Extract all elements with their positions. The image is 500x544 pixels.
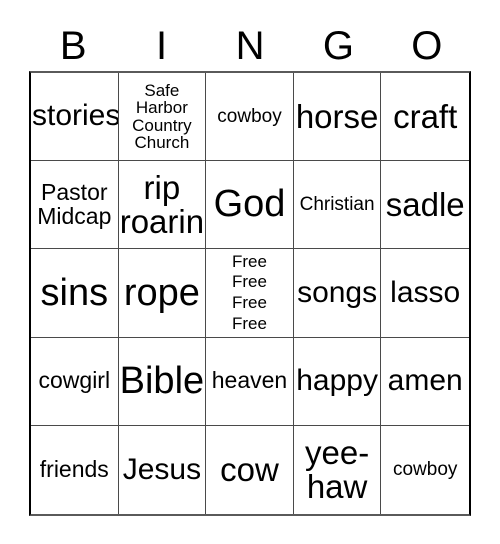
bingo-cell[interactable]: Pastor Midcap <box>31 161 119 250</box>
bingo-cell[interactable]: songs <box>293 249 382 338</box>
bingo-header: B I N G O <box>29 20 471 71</box>
header-letter-o: O <box>411 23 443 68</box>
bingo-cell-text: songs <box>297 275 378 309</box>
bingo-cell[interactable]: cowboy <box>381 426 469 514</box>
bingo-cell[interactable]: happy <box>293 337 382 426</box>
bingo-cell-text: Bible <box>119 359 205 402</box>
bingo-cell-text: God <box>213 183 286 226</box>
bingo-cell-text: rope <box>123 271 200 314</box>
header-letter-i: I <box>156 23 168 68</box>
bingo-cell[interactable]: heaven <box>206 337 294 426</box>
bingo-cell-text: horse <box>295 97 379 135</box>
bingo-card: B I N G O stories Safe Harbor Country Ch… <box>0 0 500 544</box>
bingo-cell-text: yee- haw <box>304 434 370 505</box>
bingo-cell-free-space[interactable]: Free Free Free Free <box>206 249 294 338</box>
bingo-cell[interactable]: horse <box>293 73 382 162</box>
bingo-cell[interactable]: cow <box>206 425 294 514</box>
bingo-cell-text: cowboy <box>217 105 282 127</box>
bingo-cell-text: craft <box>393 97 458 135</box>
header-letter-g: G <box>322 23 354 68</box>
bingo-cell[interactable]: God <box>206 161 294 250</box>
header-letter-n: N <box>235 23 265 68</box>
bingo-cell[interactable]: yee- haw <box>294 425 382 514</box>
bingo-cell-text: amen <box>387 363 463 397</box>
bingo-cell[interactable]: stories <box>31 73 119 162</box>
bingo-cell-text: sadle <box>385 185 465 223</box>
bingo-cell-text: sins <box>40 271 109 314</box>
bingo-cell-text: stories <box>32 99 119 133</box>
bingo-cell-text: Free Free Free Free <box>232 251 267 333</box>
bingo-cell[interactable]: sins <box>31 249 119 338</box>
bingo-cell-text: Safe Harbor Country Church <box>132 80 192 152</box>
bingo-cell-text: cowboy <box>392 459 458 481</box>
bingo-cell-text: heaven <box>211 367 288 394</box>
bingo-cell-text: Christian <box>299 194 375 216</box>
bingo-cell-text: Pastor Midcap <box>37 179 112 229</box>
bingo-cell[interactable]: Christian <box>293 161 382 250</box>
bingo-cell-text: happy <box>296 363 378 397</box>
bingo-cell-text: lasso <box>390 275 461 309</box>
bingo-grid: stories Safe Harbor Country Church cowbo… <box>29 71 471 516</box>
bingo-cell-text: Jesus <box>122 452 202 486</box>
bingo-cell[interactable]: cowboy <box>206 73 294 162</box>
bingo-cell[interactable]: rope <box>118 249 207 338</box>
bingo-cell-text: friends <box>39 456 109 483</box>
bingo-cell[interactable]: Bible <box>118 337 207 426</box>
bingo-cell[interactable]: Safe Harbor Country Church <box>118 73 207 162</box>
bingo-cell-text: cow <box>220 451 279 489</box>
bingo-cell[interactable]: amen <box>381 338 469 426</box>
bingo-cell[interactable]: craft <box>381 73 469 162</box>
bingo-cell-text: cowgirl <box>38 367 111 394</box>
bingo-cell[interactable]: lasso <box>381 249 469 338</box>
bingo-cell[interactable]: rip roarin <box>118 161 207 250</box>
header-letter-b: B <box>59 23 87 68</box>
bingo-cell[interactable]: friends <box>31 425 119 514</box>
bingo-cell-text: rip roarin <box>119 169 205 240</box>
bingo-cell[interactable]: sadle <box>381 161 469 250</box>
bingo-cell[interactable]: Jesus <box>119 425 207 514</box>
bingo-cell[interactable]: cowgirl <box>31 337 119 426</box>
